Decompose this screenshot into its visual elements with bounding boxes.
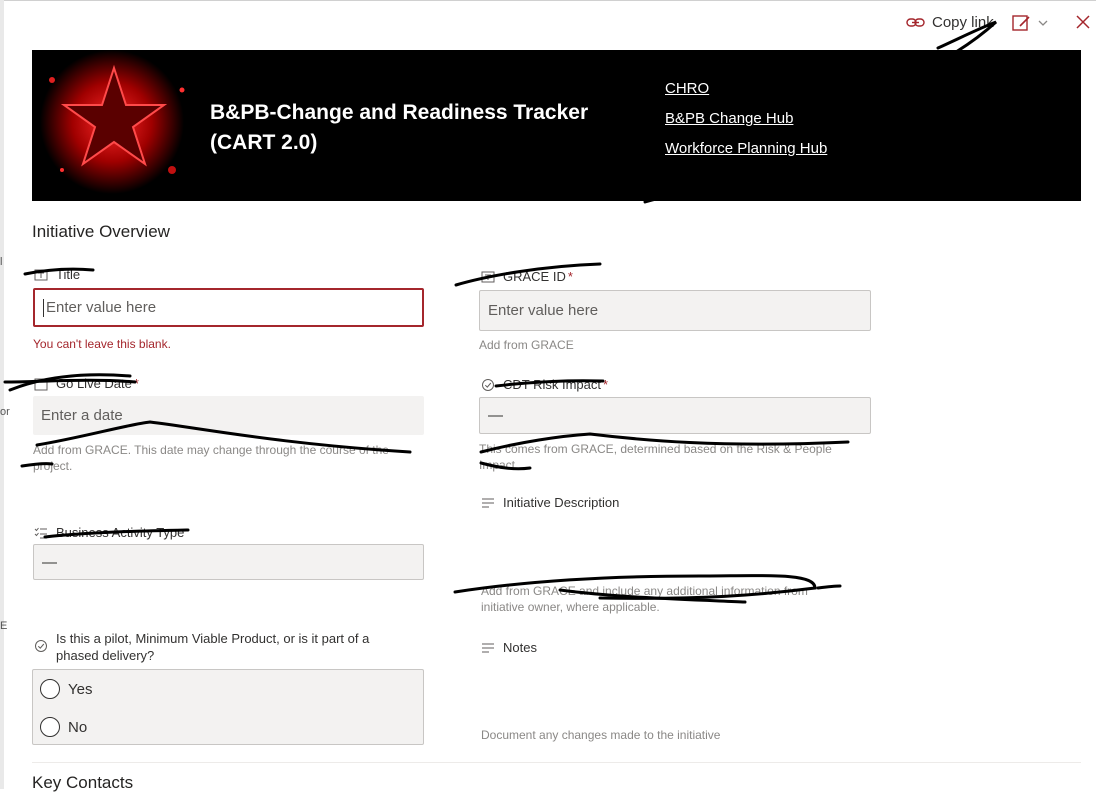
go-live-date-help: Add from GRACE. This date may change thr… bbox=[33, 442, 433, 474]
notes-help: Document any changes made to the initiat… bbox=[481, 728, 721, 742]
radio-button[interactable] bbox=[40, 679, 60, 699]
link-icon bbox=[906, 17, 925, 27]
choice-check-icon bbox=[35, 640, 47, 652]
panel-top-bar: Copy link bbox=[0, 0, 1096, 50]
initiative-description-help: Add from GRACE and include any additiona… bbox=[481, 583, 871, 615]
multiline-text-icon bbox=[482, 643, 494, 653]
header-banner: B&PB-Change and Readiness Tracker (CART … bbox=[32, 50, 1081, 201]
notes-label-text: Notes bbox=[503, 640, 537, 655]
banner-links: CHRO B&PB Change Hub Workforce Planning … bbox=[665, 80, 827, 170]
banner-link-workforce-planning[interactable]: Workforce Planning Hub bbox=[665, 140, 827, 157]
pilot-question-line2: phased delivery? bbox=[56, 648, 155, 663]
pilot-question-label-text: Is this a pilot, Minimum Viable Product,… bbox=[56, 630, 369, 664]
required-asterisk: * bbox=[133, 376, 139, 391]
banner-title-line1: B&PB-Change and Readiness Tracker bbox=[210, 101, 589, 124]
title-label-text: Title bbox=[56, 267, 81, 282]
close-icon bbox=[1076, 15, 1090, 29]
cdt-risk-impact-value: — bbox=[488, 407, 503, 424]
cdt-risk-impact-select[interactable]: — bbox=[479, 397, 871, 434]
title-placeholder: Enter value here bbox=[46, 299, 157, 316]
grace-id-input[interactable]: Enter value here bbox=[479, 290, 871, 331]
radio-option-yes-label: Yes bbox=[68, 680, 93, 698]
left-edge-fragment: l bbox=[0, 256, 3, 268]
text-field-icon bbox=[481, 271, 495, 283]
section-divider bbox=[32, 762, 1081, 763]
grace-id-label-text: GRACE ID * bbox=[503, 269, 573, 284]
left-edge-fragment: E bbox=[0, 620, 8, 632]
section-title-key-contacts: Key Contacts bbox=[32, 773, 134, 792]
banner-title: B&PB-Change and Readiness Tracker (CART … bbox=[210, 98, 630, 158]
initiative-description-help-line2: initiative owner, where applicable. bbox=[481, 600, 660, 614]
cdt-risk-impact-help-line1: This comes from GRACE, determined based … bbox=[479, 442, 832, 456]
banner-title-line2: (CART 2.0) bbox=[210, 131, 318, 154]
edit-form-icon bbox=[1012, 15, 1030, 31]
text-caret bbox=[43, 298, 44, 317]
title-field-label: Title bbox=[34, 266, 80, 283]
cdt-risk-impact-label-text: CDT Risk Impact * bbox=[503, 377, 609, 392]
go-live-date-help-line1: Add from GRACE. This date may change thr… bbox=[33, 443, 389, 457]
choice-check-icon bbox=[482, 379, 494, 391]
pilot-question-radio-group: Yes No bbox=[32, 669, 424, 745]
multiline-text-icon bbox=[482, 498, 494, 508]
pilot-question-line1: Is this a pilot, Minimum Viable Product,… bbox=[56, 631, 370, 646]
business-activity-type-field-label: Business Activity Type bbox=[34, 524, 184, 541]
close-button[interactable] bbox=[1075, 14, 1091, 35]
radio-option-no[interactable]: No bbox=[40, 717, 87, 737]
section-title-initiative-overview: Initiative Overview bbox=[32, 222, 170, 241]
initiative-description-field-label: Initiative Description bbox=[481, 494, 619, 511]
edit-form-button[interactable] bbox=[1012, 14, 1048, 32]
cdt-risk-impact-help: This comes from GRACE, determined based … bbox=[479, 441, 869, 473]
business-activity-type-label-text: Business Activity Type bbox=[56, 525, 185, 540]
cdt-risk-impact-help-line2: Impact. bbox=[479, 458, 519, 472]
grace-id-help: Add from GRACE bbox=[479, 338, 574, 352]
business-activity-type-value: — bbox=[42, 553, 57, 571]
go-live-date-field-label: Go Live Date * bbox=[34, 375, 139, 392]
required-asterisk: * bbox=[603, 377, 609, 392]
go-live-date-help-line2: project. bbox=[33, 459, 73, 473]
cdt-risk-impact-field-label: CDT Risk Impact * bbox=[481, 376, 608, 393]
go-live-date-placeholder: Enter a date bbox=[41, 407, 123, 424]
text-field-icon bbox=[34, 269, 48, 281]
title-error-message: You can't leave this blank. bbox=[33, 337, 171, 351]
title-input[interactable]: Enter value here bbox=[33, 288, 424, 327]
banner-link-change-hub[interactable]: B&PB Change Hub bbox=[665, 110, 827, 127]
radio-button[interactable] bbox=[40, 717, 60, 737]
initiative-description-help-line1: Add from GRACE and include any additiona… bbox=[481, 584, 808, 598]
copy-link-button[interactable]: Copy link bbox=[906, 14, 994, 31]
red-splash-logo bbox=[40, 50, 185, 194]
initiative-description-label-text: Initiative Description bbox=[503, 495, 620, 510]
grace-id-field-label: GRACE ID * bbox=[481, 268, 573, 285]
banner-link-chro[interactable]: CHRO bbox=[665, 80, 827, 97]
copy-link-label: Copy link bbox=[932, 14, 994, 31]
grace-id-placeholder: Enter value here bbox=[488, 302, 599, 319]
go-live-date-label-text: Go Live Date * bbox=[56, 376, 139, 391]
window-left-edge bbox=[0, 0, 4, 789]
notes-field-label: Notes bbox=[481, 639, 537, 656]
calendar-icon bbox=[34, 378, 48, 391]
go-live-date-input[interactable]: Enter a date bbox=[33, 396, 424, 435]
radio-option-yes[interactable]: Yes bbox=[40, 679, 92, 699]
required-asterisk: * bbox=[567, 269, 573, 284]
radio-option-no-label: No bbox=[68, 718, 88, 736]
left-edge-fragment: or bbox=[0, 406, 10, 418]
business-activity-type-select[interactable]: — bbox=[33, 544, 424, 580]
chevron-down-icon bbox=[1038, 20, 1048, 26]
multi-choice-icon bbox=[34, 527, 47, 539]
pilot-question-field-label: Is this a pilot, Minimum Viable Product,… bbox=[34, 630, 369, 664]
